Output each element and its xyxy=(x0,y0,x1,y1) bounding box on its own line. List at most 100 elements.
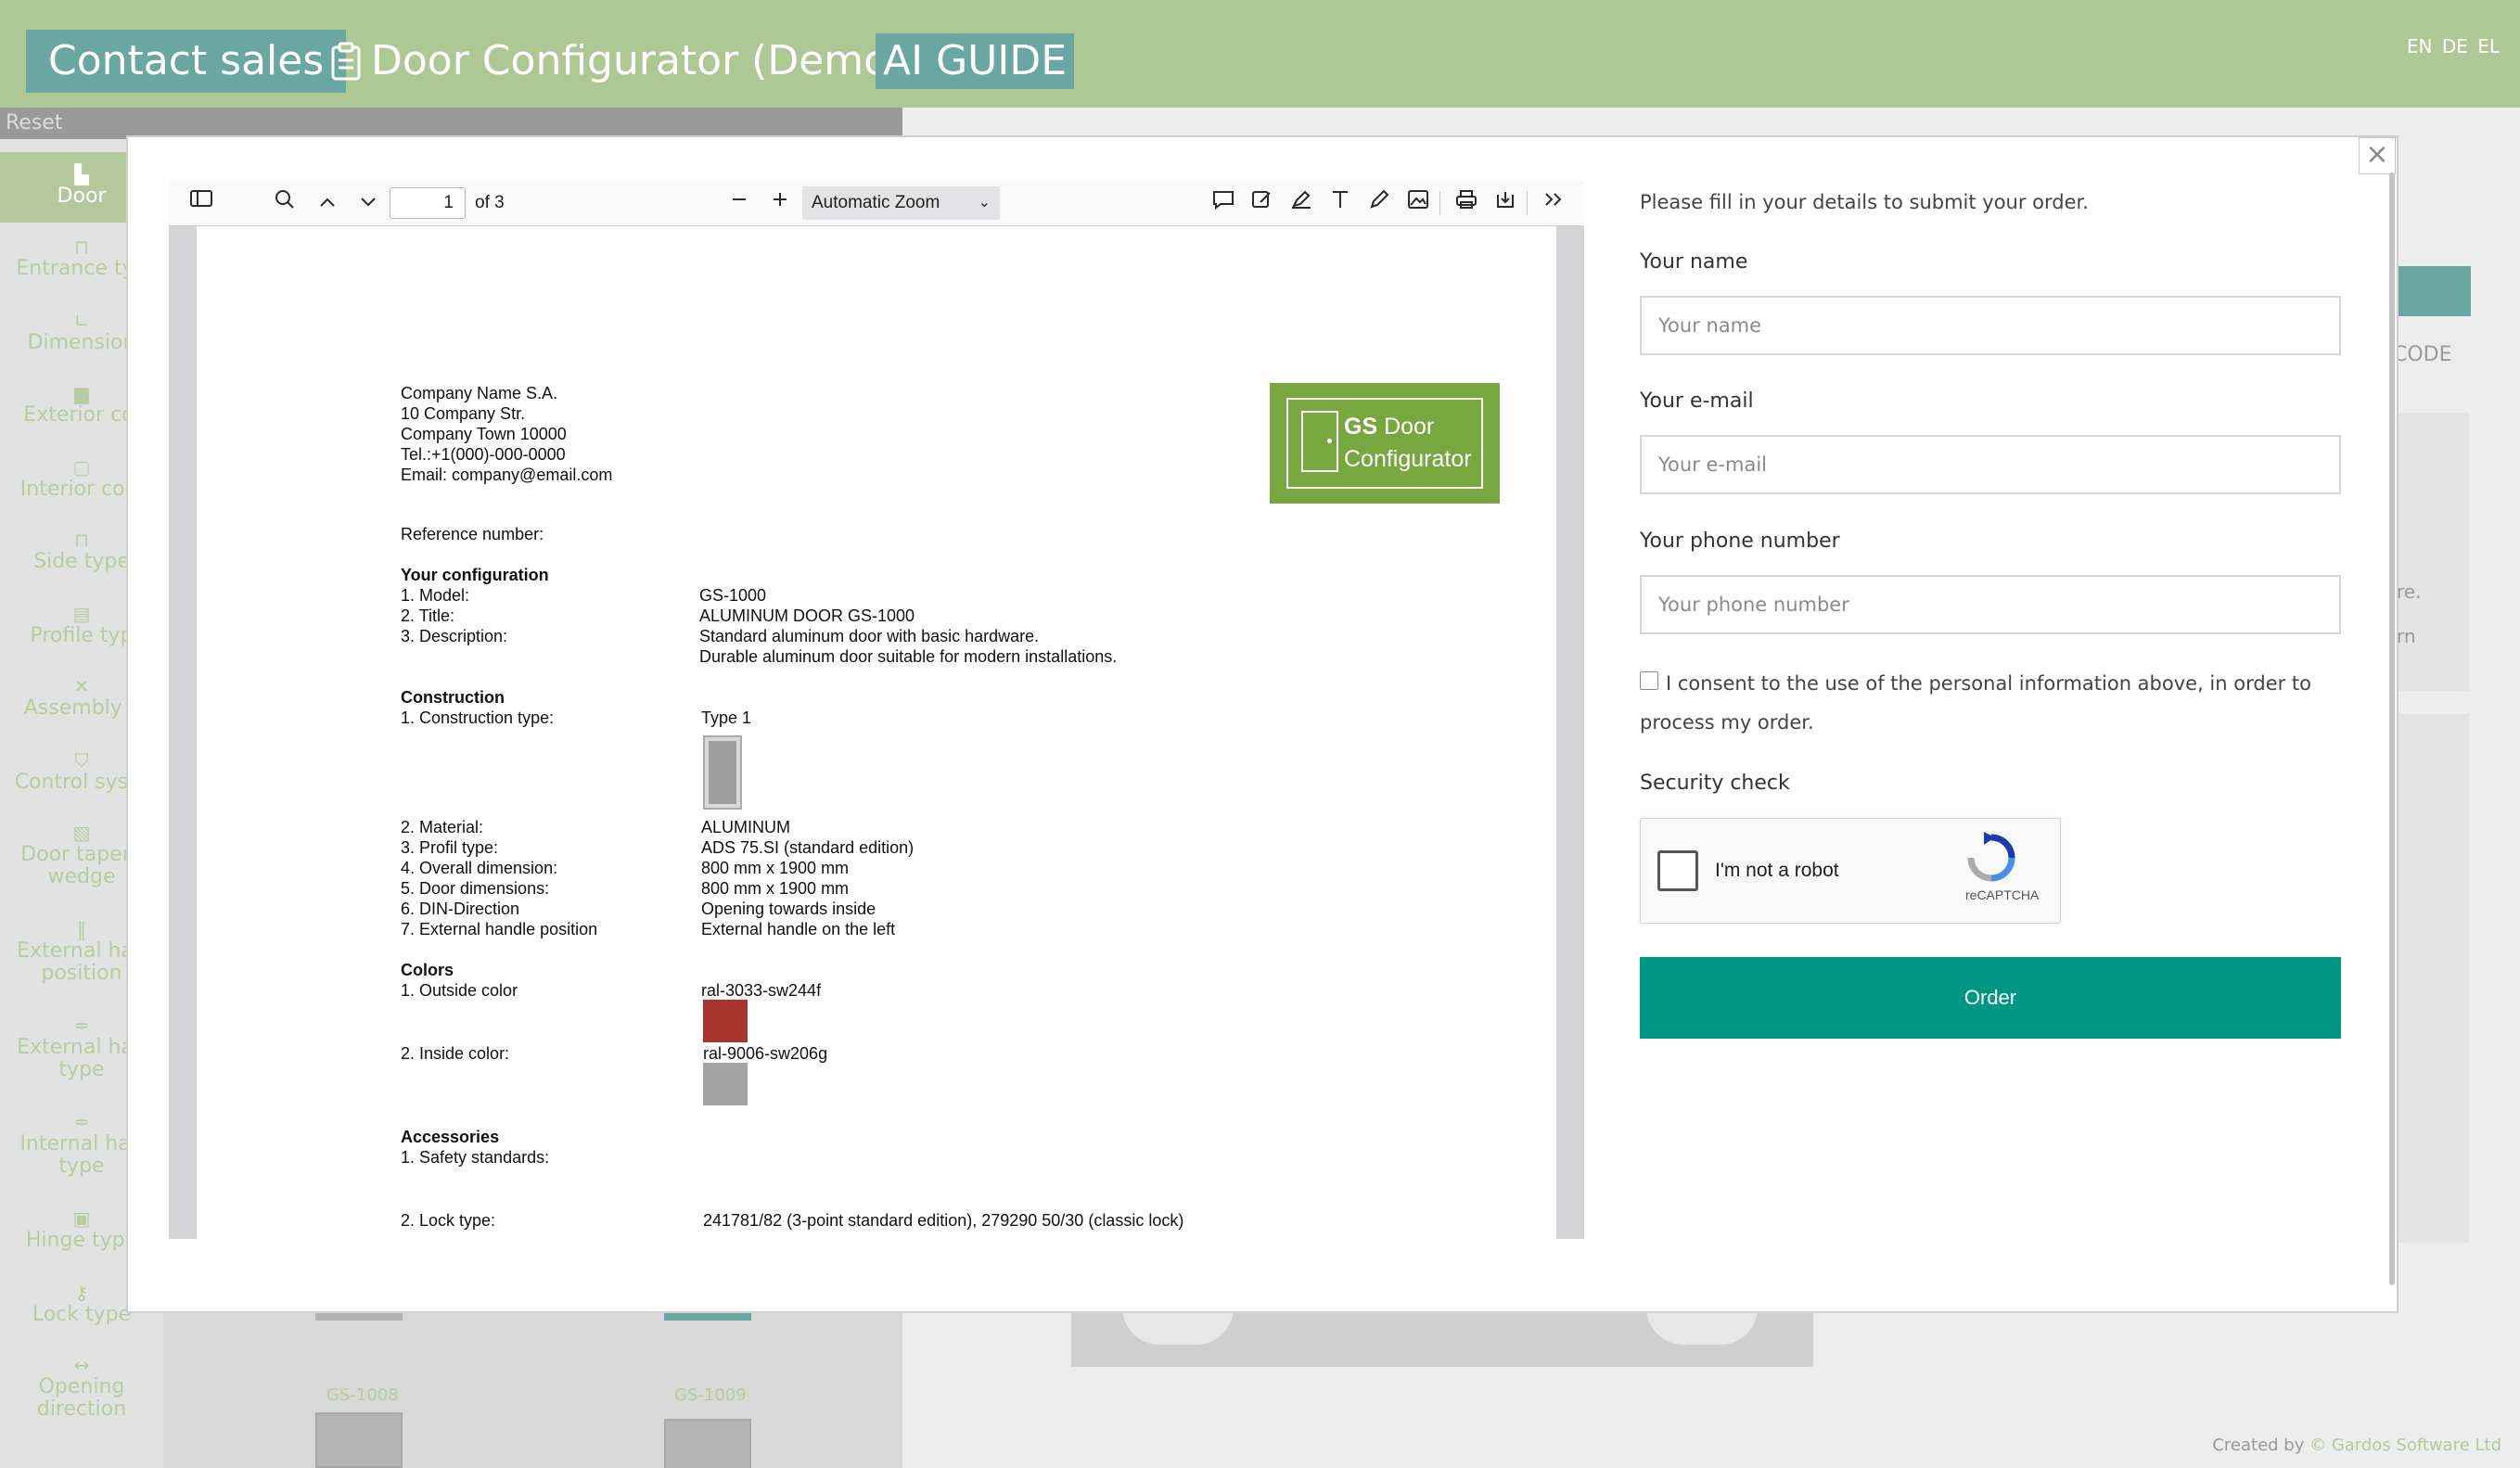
info-panel xyxy=(2393,413,2469,691)
comment-icon[interactable] xyxy=(1209,189,1237,217)
colors-heading: Colors xyxy=(401,961,454,979)
modal-scrollbar[interactable] xyxy=(2389,172,2395,1285)
name-field[interactable] xyxy=(1640,296,2341,355)
lock-type-label: 2. Lock type: xyxy=(401,1211,496,1230)
background-action-button[interactable] xyxy=(2393,266,2471,316)
print-icon[interactable] xyxy=(1452,189,1480,217)
security-check-label: Security check xyxy=(1640,772,1790,795)
sidebar-item-label: Profile typ xyxy=(30,624,134,647)
order-button[interactable]: Order xyxy=(1640,957,2341,1039)
logo-text-rest: Door xyxy=(1377,414,1435,440)
sidebar-item-label: Side type xyxy=(33,550,130,573)
company-town: Company Town 10000 xyxy=(401,425,567,443)
gallery-item-label: GS-1008 xyxy=(326,1385,399,1405)
close-icon[interactable]: × xyxy=(2359,137,2396,174)
construction-row-label: 5. Door dimensions: xyxy=(401,879,550,898)
gallery-door-thumbnail[interactable] xyxy=(664,1419,751,1468)
chevron-up-icon[interactable] xyxy=(313,189,341,217)
outside-color-value: ral-3033-sw244f xyxy=(701,981,822,1000)
info-text: re. xyxy=(2397,581,2422,603)
company-name: Company Name S.A. xyxy=(401,384,558,402)
lang-en[interactable]: EN xyxy=(2407,35,2433,57)
arrows-icon: ↔ xyxy=(73,1354,90,1376)
consent-text: I consent to the use of the personal inf… xyxy=(1640,672,2312,734)
construction-row-value: ALUMINUM xyxy=(701,818,791,836)
logo-text-bold: GS xyxy=(1344,414,1378,440)
toolbar-divider xyxy=(1527,191,1528,215)
door-icon xyxy=(1301,411,1338,472)
sidebar-item-label: Door tapere wedge xyxy=(20,843,143,888)
zoom-in-icon[interactable] xyxy=(766,189,794,217)
image-icon[interactable] xyxy=(1404,189,1432,217)
lock-type-value: 241781/82 (3-point standard edition), 27… xyxy=(703,1211,1184,1230)
construction-row-value: 800 mm x 1900 mm xyxy=(701,879,850,898)
footer-credits: Created by © Gardos Software Ltd xyxy=(2212,1436,2501,1455)
configuration-heading: Your configuration xyxy=(401,566,549,584)
zoom-out-icon[interactable] xyxy=(725,189,753,217)
reference-label: Reference number: xyxy=(401,525,544,543)
construction-row-label: 6. DIN-Direction xyxy=(401,900,520,918)
ai-guide-button[interactable]: AI GUIDE xyxy=(876,33,1075,89)
phone-label: Your phone number xyxy=(1640,530,1840,553)
pdf-viewer: 1 of 3 Automatic Zoom ⌄ Company Name S.A.… xyxy=(169,180,1584,1239)
company-street: 10 Company Str. xyxy=(401,404,526,423)
inside-color-label: 2. Inside color: xyxy=(401,1044,510,1063)
construction-row-label: 4. Overall dimension: xyxy=(401,859,558,877)
logo-text: GS Door Configurator xyxy=(1344,411,1472,476)
phone-field[interactable] xyxy=(1640,575,2341,634)
signature-icon[interactable] xyxy=(1248,189,1276,217)
sidebar-item-opening-direction[interactable]: ↔ Opening direction xyxy=(0,1354,163,1421)
more-tools-icon[interactable] xyxy=(1540,189,1567,217)
contact-sales-button[interactable]: Contact sales xyxy=(26,30,347,93)
pdf-page: Company Name S.A. 10 Company Str. Compan… xyxy=(197,226,1556,1239)
recaptcha-checkbox[interactable] xyxy=(1657,850,1698,891)
construction-row-value: 800 mm x 1900 mm xyxy=(701,859,850,877)
search-icon[interactable] xyxy=(271,189,299,217)
sidebar-item-label: Lock type xyxy=(32,1303,132,1326)
logo-text-line2: Configurator xyxy=(1344,446,1472,472)
chevron-down-icon: ⌄ xyxy=(978,195,991,211)
name-label: Your name xyxy=(1640,250,1748,274)
draw-icon[interactable] xyxy=(1365,189,1393,217)
outside-color-swatch xyxy=(703,1000,748,1042)
sidebar-item-label: Dimension xyxy=(27,331,136,354)
construction-row-value: External handle on the left xyxy=(701,920,896,938)
recaptcha-widget: I'm not a robot reCAPTCHA xyxy=(1640,818,2061,924)
chevron-down-icon[interactable] xyxy=(354,189,382,217)
config-row-label: 3. Description: xyxy=(401,627,508,645)
company-email: Email: company@email.com xyxy=(401,466,613,484)
credit-link[interactable]: © Gardos Software Ltd xyxy=(2309,1436,2501,1455)
language-switcher: EN DE EL xyxy=(2407,35,2500,57)
gs-door-configurator-logo: GS Door Configurator xyxy=(1270,383,1500,504)
email-field[interactable] xyxy=(1640,435,2341,494)
highlight-icon[interactable] xyxy=(1287,189,1315,217)
lang-el[interactable]: EL xyxy=(2477,35,2500,57)
text-icon[interactable] xyxy=(1326,189,1354,217)
form-intro: Please fill in your details to submit yo… xyxy=(1640,191,2089,213)
page-number-input[interactable]: 1 xyxy=(390,187,466,219)
recaptcha-label: I'm not a robot xyxy=(1715,860,1839,881)
sidebar-item-label: Exterior col xyxy=(23,403,140,427)
reset-button[interactable]: Reset xyxy=(0,108,902,139)
config-row-value: ALUMINUM DOOR GS-1000 xyxy=(699,606,915,625)
construction-row-label: 7. External handle position xyxy=(401,920,598,938)
inside-color-value: ral-9006-sw206g xyxy=(703,1044,828,1063)
app-title-text: Door Configurator (Demo) xyxy=(371,37,905,84)
zoom-select[interactable]: Automatic Zoom ⌄ xyxy=(802,186,1000,220)
sidebar-item-label: Opening direction xyxy=(36,1375,127,1421)
top-bar: Contact sales Door Configurator (Demo) A… xyxy=(0,0,2520,108)
config-row-label: 2. Title: xyxy=(401,606,455,625)
lang-de[interactable]: DE xyxy=(2442,35,2468,57)
config-row-value: GS-1000 xyxy=(699,586,767,605)
sidebar-item-label: Hinge type xyxy=(25,1229,138,1252)
construction-heading: Construction xyxy=(401,688,505,707)
zoom-value: Automatic Zoom xyxy=(812,193,940,212)
download-icon[interactable] xyxy=(1491,189,1519,217)
accessories-heading: Accessories xyxy=(401,1128,500,1146)
sidebar-toggle-icon[interactable] xyxy=(187,189,215,217)
construction-row-value: ADS 75.SI (standard edition) xyxy=(701,838,915,857)
recaptcha-brand: reCAPTCHA xyxy=(1965,887,2040,902)
sidebar-item-label: Interior colo xyxy=(19,478,144,501)
gallery-door-thumbnail[interactable] xyxy=(315,1412,403,1468)
company-tel: Tel.:+1(000)-000-0000 xyxy=(401,445,566,464)
